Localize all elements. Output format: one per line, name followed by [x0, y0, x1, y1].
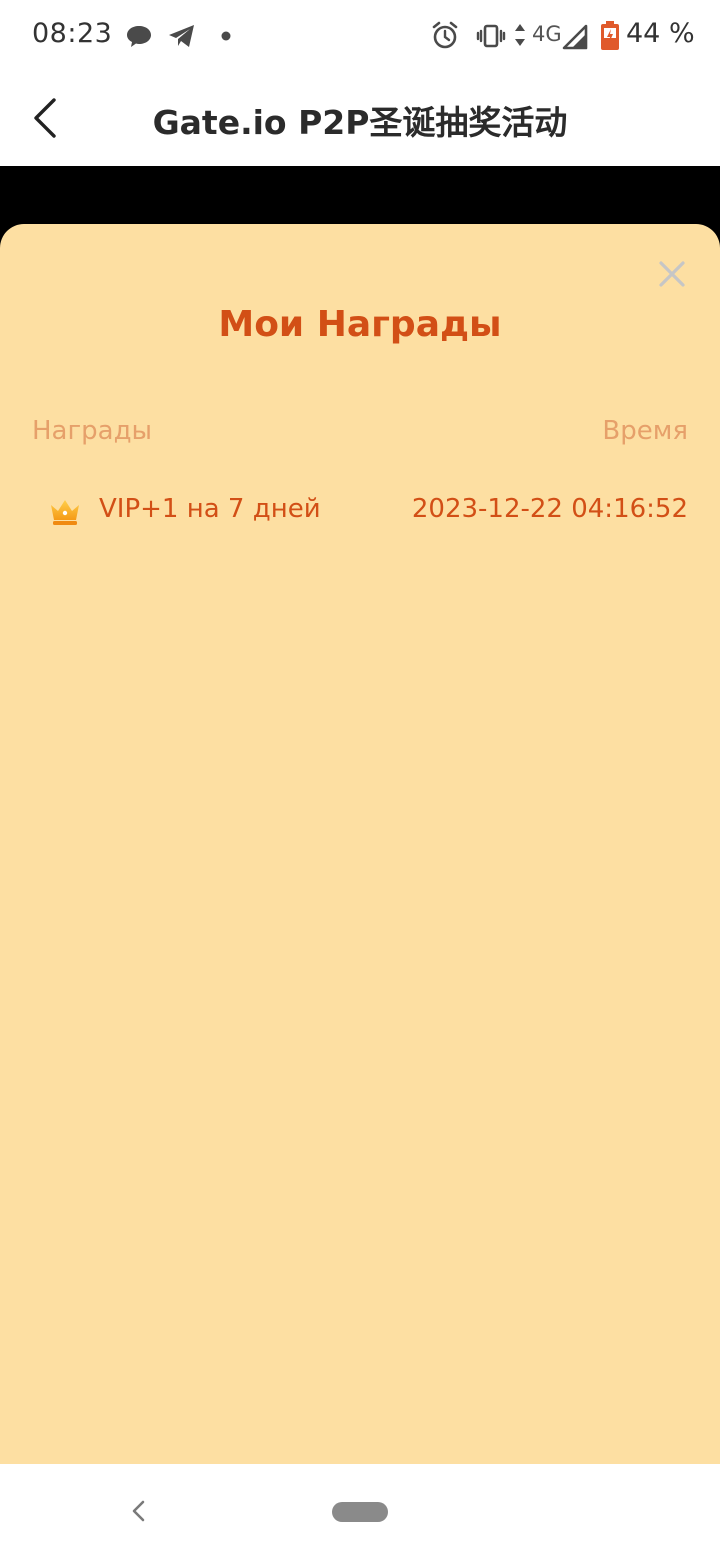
- crown-icon: [51, 500, 79, 525]
- close-icon: [659, 261, 685, 287]
- reward-name: VIP+1 на 7 дней: [99, 494, 321, 524]
- system-nav-bar: [0, 1464, 720, 1560]
- close-button[interactable]: [652, 254, 692, 294]
- network-type: 4G: [532, 22, 562, 46]
- alarm-icon: [432, 21, 458, 49]
- home-pill-icon[interactable]: [332, 1502, 388, 1522]
- data-arrows-icon: [515, 24, 525, 46]
- vibrate-icon: [476, 24, 506, 48]
- column-header-time: Время: [602, 416, 688, 446]
- signal-icon: [562, 24, 588, 50]
- reward-row: VIP+1 на 7 дней 2023-12-22 04:16:52: [0, 490, 720, 538]
- sheet-title: Мои Награды: [218, 304, 502, 345]
- app-header: Gate.io P2P圣诞抽奖活动: [0, 72, 720, 166]
- telegram-icon: [169, 25, 194, 47]
- nav-back-icon[interactable]: [124, 1496, 154, 1526]
- status-bar: 08:23 4G 44 %: [0, 0, 720, 72]
- dot-icon: [221, 31, 231, 41]
- column-header-rewards: Награды: [32, 416, 153, 446]
- reward-time: 2023-12-22 04:16:52: [411, 494, 688, 524]
- battery-level: 44 %: [626, 18, 695, 49]
- battery-icon: [601, 21, 619, 50]
- rewards-sheet: Мои Награды Награды Время VIP+1 на 7 дне…: [0, 224, 720, 1464]
- status-time: 08:23: [32, 18, 113, 49]
- page-title: Gate.io P2P圣诞抽奖活动: [152, 103, 568, 142]
- chat-bubble-icon: [127, 26, 151, 47]
